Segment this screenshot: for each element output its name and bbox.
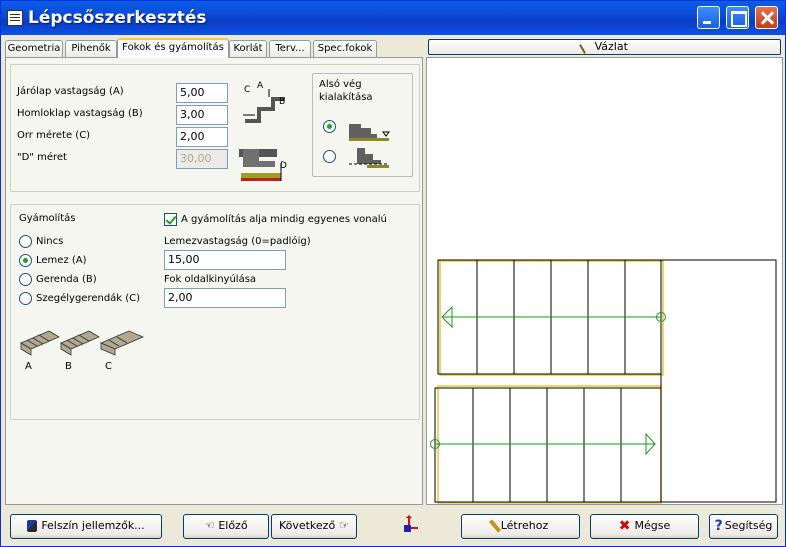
support-title: Gyámolítás bbox=[19, 213, 76, 224]
field-label: "D" méret bbox=[17, 152, 67, 163]
surface-label: Felszín jellemzők... bbox=[41, 519, 145, 532]
pic-label-a: A bbox=[25, 361, 32, 372]
d-size-input: 30,00 bbox=[176, 149, 228, 169]
support-option-label: Szegélygerendák (C) bbox=[36, 293, 141, 304]
field-label: Homloklap vastagság (B) bbox=[17, 108, 143, 119]
pic-label-b: B bbox=[65, 361, 72, 372]
tab-spec-fokok[interactable]: Spec.fokok bbox=[313, 40, 377, 57]
support-radio-plate[interactable] bbox=[19, 254, 32, 267]
support-group: Gyámolítás Nincs Lemez (A) Gerenda (B) S… bbox=[10, 204, 420, 420]
tab-fokok[interactable]: Fokok és gyámolítás bbox=[117, 38, 229, 58]
overhang-input[interactable]: 2,00 bbox=[164, 288, 286, 308]
pencil-icon bbox=[488, 519, 501, 533]
hand-left-icon: ☜ bbox=[204, 519, 215, 532]
step-group: Járólap vastagság (A) 5,00 Homloklap vas… bbox=[10, 64, 420, 192]
tab-pihenok[interactable]: Pihenők bbox=[65, 40, 117, 57]
brush-icon bbox=[27, 520, 38, 532]
lower-end-icons bbox=[349, 124, 390, 168]
support-radio-beam[interactable] bbox=[19, 273, 32, 286]
checkbox-label: A gyámolítás alja mindig egyenes vonalú bbox=[181, 214, 387, 225]
tab-geometria[interactable]: Geometria bbox=[5, 40, 63, 57]
tab-korlat[interactable]: Korlát bbox=[229, 40, 267, 57]
cancel-label: Mégse bbox=[634, 519, 671, 532]
lower-end-radio-1[interactable] bbox=[323, 120, 336, 133]
question-icon: ? bbox=[714, 518, 723, 534]
help-label: Segítség bbox=[724, 519, 773, 532]
lower-end-title: Alsó vég kialakítása bbox=[319, 79, 373, 103]
stair-plan-drawing bbox=[430, 259, 777, 504]
support-option-label: Gerenda (B) bbox=[36, 274, 97, 285]
next-button[interactable]: Következő ☞ bbox=[271, 514, 357, 539]
nosing-input[interactable]: 2,00 bbox=[176, 127, 228, 147]
app-icon bbox=[7, 10, 23, 26]
previous-button[interactable]: ☜ Előző bbox=[183, 514, 269, 539]
cancel-button[interactable]: ✖ Mégse bbox=[590, 514, 699, 539]
field-label: Járólap vastagság (A) bbox=[17, 86, 124, 97]
surface-properties-button[interactable]: Felszín jellemzők... bbox=[10, 514, 162, 539]
riser-thickness-input[interactable]: 3,00 bbox=[176, 105, 228, 125]
stair-preview[interactable] bbox=[426, 57, 783, 505]
field-label: Orr mérete (C) bbox=[17, 130, 91, 141]
label-c: C bbox=[244, 85, 251, 95]
plate-label: Lemezvastagság (0=padlóig) bbox=[164, 236, 311, 247]
prev-label: Előző bbox=[218, 519, 248, 532]
axis-icon[interactable] bbox=[400, 515, 420, 535]
hand-right-icon: ☞ bbox=[339, 519, 350, 532]
pic-label-c: C bbox=[105, 361, 112, 372]
overhang-label: Fok oldalkinyúlása bbox=[164, 274, 257, 285]
maximize-button[interactable] bbox=[726, 6, 749, 29]
window-title: Lépcsőszerkesztés bbox=[28, 8, 207, 28]
support-radio-edge-beams[interactable] bbox=[19, 292, 32, 305]
pencil-icon bbox=[579, 40, 593, 54]
support-radio-none[interactable] bbox=[19, 235, 32, 248]
support-type-icons bbox=[20, 330, 145, 356]
label-b: B bbox=[279, 97, 286, 107]
tread-thickness-input[interactable]: 5,00 bbox=[176, 83, 228, 103]
sketch-label: Vázlat bbox=[594, 40, 628, 53]
settings-panel: Járólap vastagság (A) 5,00 Homloklap vas… bbox=[5, 57, 423, 505]
dialog-window: Lépcsőszerkesztés Geometria Pihenők Foko… bbox=[0, 0, 786, 547]
plate-thickness-input[interactable]: 15,00 bbox=[164, 250, 286, 270]
sketch-button[interactable]: Vázlat bbox=[428, 39, 781, 55]
close-button[interactable] bbox=[755, 6, 778, 29]
minimize-button[interactable] bbox=[697, 6, 720, 29]
title-bar[interactable]: Lépcsőszerkesztés bbox=[1, 1, 785, 35]
lower-end-group: Alsó vég kialakítása bbox=[312, 73, 413, 177]
label-d: D bbox=[280, 161, 287, 171]
lower-end-radio-2[interactable] bbox=[323, 150, 336, 163]
support-option-label: Nincs bbox=[36, 236, 64, 247]
next-label: Következő bbox=[278, 519, 336, 532]
close-x-icon: ✖ bbox=[618, 518, 631, 534]
tab-terv[interactable]: Terv... bbox=[269, 40, 311, 57]
support-option-label: Lemez (A) bbox=[36, 255, 87, 266]
label-a: A bbox=[257, 81, 264, 91]
create-button[interactable]: Létrehoz bbox=[461, 514, 580, 539]
straight-underside-checkbox[interactable] bbox=[164, 213, 177, 226]
help-button[interactable]: ? Segítség bbox=[709, 514, 778, 539]
create-label: Létrehoz bbox=[500, 519, 549, 532]
